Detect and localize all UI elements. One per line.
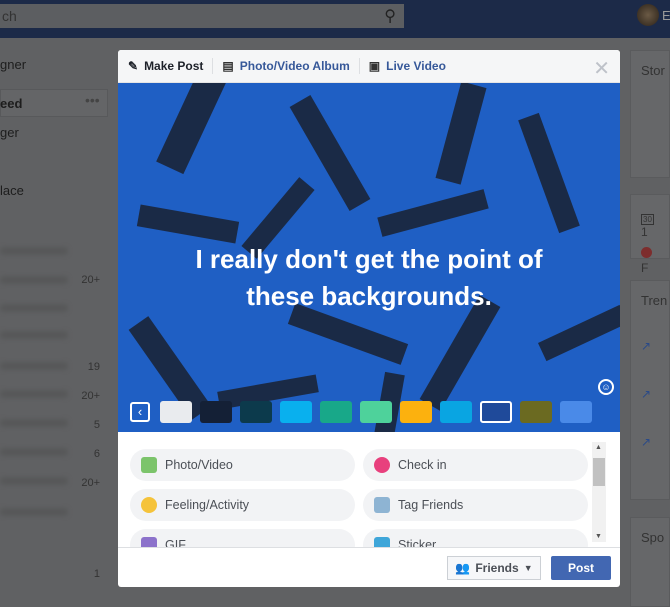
stories-card: Stor: [630, 50, 670, 178]
birthday-icon: [641, 247, 652, 258]
trending-icon: ↗ ↗ ↗: [641, 339, 652, 449]
background-swatch[interactable]: [280, 401, 312, 423]
sidebar-item[interactable]: gner: [0, 57, 26, 72]
search-text: ch: [2, 8, 17, 24]
sidebar-item[interactable]: ger: [0, 125, 19, 140]
option-label: Tag Friends: [398, 498, 464, 512]
option-photo-video[interactable]: Photo/Video: [130, 449, 355, 481]
search-icon[interactable]: ⚲: [384, 6, 396, 26]
left-sidebar: gner eed ••• ger lace 20+ 19 20+ 5 6 20+…: [0, 38, 112, 597]
background-swatch[interactable]: [480, 401, 512, 423]
composer-tabs: ✎ Make Post ▤ Photo/Video Album ▣ Live Vide…: [118, 50, 620, 83]
count-badge: 20+: [81, 390, 100, 402]
post-button[interactable]: Post: [551, 556, 611, 580]
composer-footer: 👥 Friends ▼ Post: [118, 547, 620, 587]
option-label: Photo/Video: [165, 458, 233, 472]
tab-photo-video-album[interactable]: ▤ Photo/Video Album: [222, 58, 360, 74]
tab-label: Make Post: [144, 59, 204, 73]
tab-label: Photo/Video Album: [239, 59, 350, 73]
option-feeling-activity[interactable]: Feeling/Activity: [130, 489, 355, 521]
option-tag-friends[interactable]: Tag Friends: [363, 489, 588, 521]
avatar[interactable]: [637, 4, 659, 26]
pencil-icon: ✎: [128, 59, 139, 73]
sidebar-item[interactable]: lace: [0, 183, 24, 198]
sticker-icon: [374, 537, 390, 547]
post-text[interactable]: I really don't get the point of these bac…: [118, 241, 620, 315]
user-name[interactable]: E: [662, 8, 670, 23]
option-label: Feeling/Activity: [165, 498, 250, 512]
background-swatch[interactable]: [440, 401, 472, 423]
sidebar-item-news-feed[interactable]: eed: [0, 96, 22, 111]
option-label: GIF: [165, 538, 186, 547]
background-swatch[interactable]: [400, 401, 432, 423]
top-nav-bar: ch ⚲ E: [0, 0, 670, 38]
audience-selector[interactable]: 👥 Friends ▼: [447, 556, 541, 580]
option-gif[interactable]: GIF: [130, 529, 355, 547]
post-text-line: I really don't get the point of: [195, 244, 543, 274]
tab-make-post[interactable]: ✎ Make Post: [128, 58, 214, 74]
create-post-dialog: ✎ Make Post ▤ Photo/Video Album ▣ Live Vide…: [118, 50, 620, 587]
trending-heading: Tren: [641, 293, 668, 308]
trending-card: Tren ↗ ↗ ↗: [630, 280, 670, 500]
background-swatch[interactable]: [160, 401, 192, 423]
tab-live-video[interactable]: ▣ Live Video: [369, 58, 455, 74]
background-picker: ‹: [130, 401, 592, 423]
tab-label: Live Video: [386, 59, 446, 73]
background-swatch[interactable]: [520, 401, 552, 423]
search-input[interactable]: ch ⚲: [0, 4, 404, 28]
composer-options: Photo/Video Check in Feeling/Activity Tag F…: [118, 432, 620, 547]
photo-icon: [141, 457, 157, 473]
option-label: Check in: [398, 458, 447, 472]
background-swatch[interactable]: [320, 401, 352, 423]
count-badge: 19: [87, 361, 100, 373]
sponsored-heading: Spo: [641, 530, 665, 545]
count-badge: 20+: [81, 274, 100, 286]
smiley-icon: [141, 497, 157, 513]
stories-heading: Stor: [641, 63, 665, 78]
count-badge: 1: [93, 568, 100, 580]
birthday-link[interactable]: F: [641, 261, 648, 275]
chevron-down-icon: ▼: [523, 563, 533, 573]
background-swatch[interactable]: [240, 401, 272, 423]
option-label: Sticker: [398, 538, 437, 547]
option-sticker[interactable]: Sticker: [363, 529, 588, 547]
event-link[interactable]: 1: [641, 225, 648, 239]
background-swatch[interactable]: [200, 401, 232, 423]
events-card: 30 1 F: [630, 194, 670, 275]
chevron-left-icon[interactable]: ‹: [130, 402, 150, 422]
post-text-line: these backgrounds.: [246, 281, 492, 311]
video-camera-icon: ▣: [368, 59, 381, 73]
count-badge: 5: [93, 419, 100, 431]
audience-label: Friends: [475, 561, 519, 575]
album-icon: ▤: [222, 59, 234, 73]
background-swatch[interactable]: [360, 401, 392, 423]
scrollbar[interactable]: ▲ ▼: [592, 442, 606, 542]
calendar-icon: 30: [641, 214, 654, 225]
count-badge: 20+: [81, 477, 100, 489]
sponsored-card: Spo: [630, 517, 670, 607]
option-check-in[interactable]: Check in: [363, 449, 588, 481]
post-text-area[interactable]: I really don't get the point of these bac…: [118, 83, 620, 432]
location-pin-icon: [374, 457, 390, 473]
tag-friends-icon: [374, 497, 390, 513]
count-badge: 6: [93, 448, 100, 460]
close-icon[interactable]: ✕: [593, 56, 610, 81]
emoji-icon[interactable]: ☺: [598, 379, 614, 395]
friends-icon: 👥: [455, 561, 471, 575]
gif-icon: [141, 537, 157, 547]
more-icon[interactable]: •••: [85, 92, 100, 108]
background-swatch[interactable]: [560, 401, 592, 423]
